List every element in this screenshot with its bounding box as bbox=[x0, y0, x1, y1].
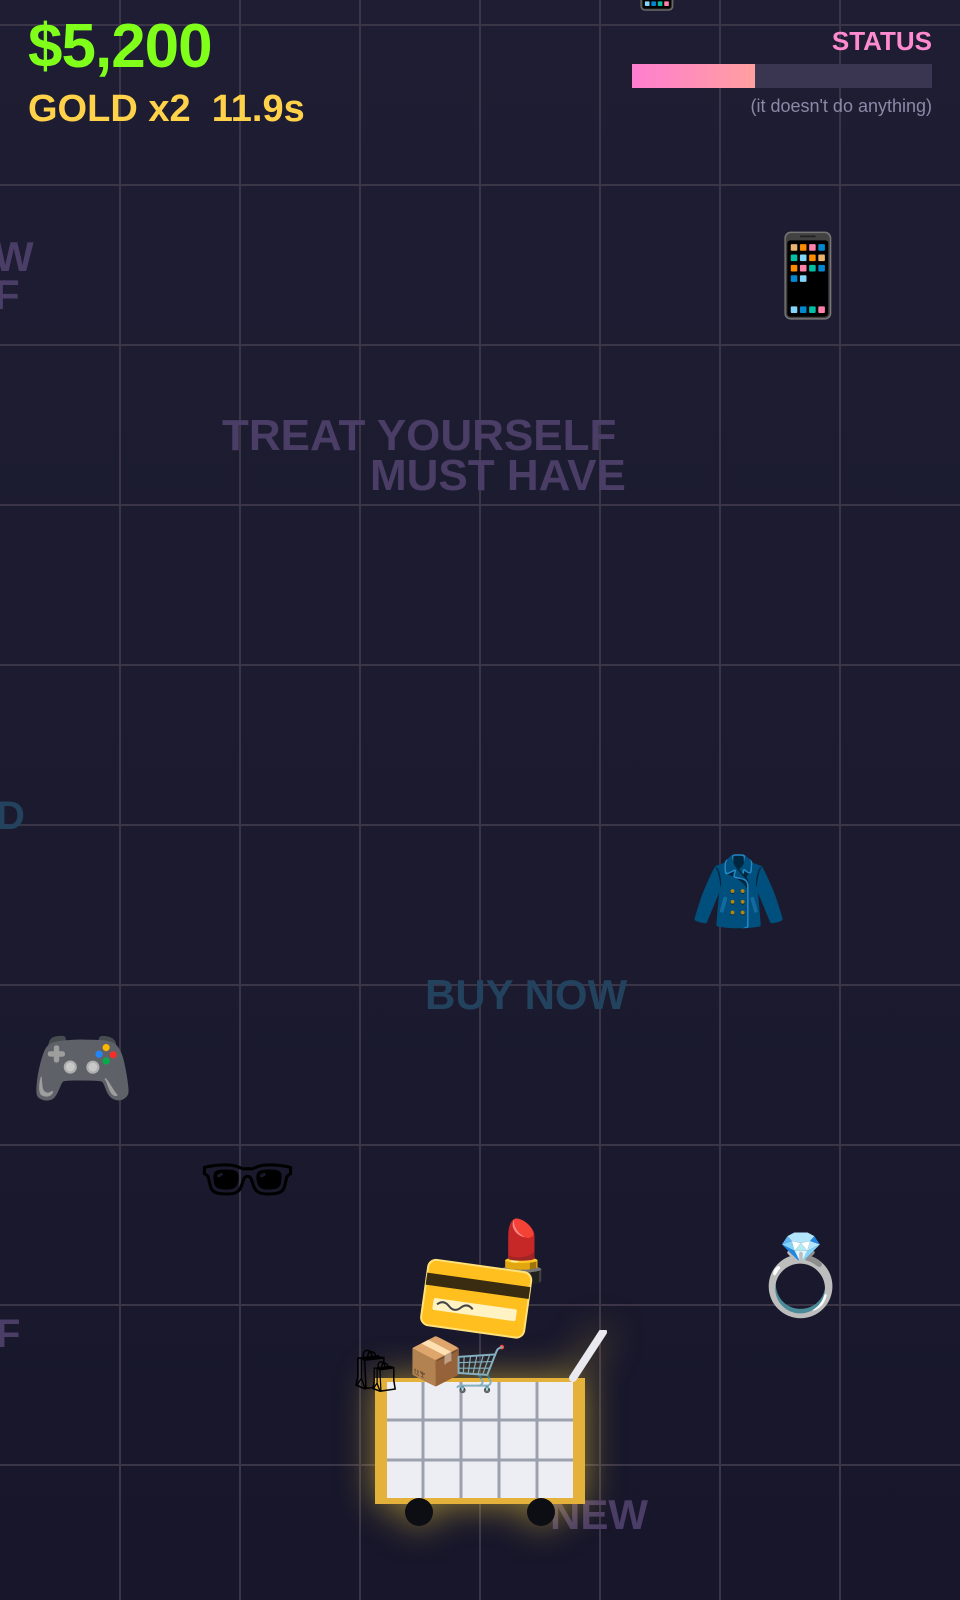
slogan-buy-now: BUY NOW bbox=[425, 971, 628, 1018]
money-counter: $5,200 bbox=[28, 12, 213, 81]
slogan-edge-f: F bbox=[0, 271, 20, 318]
sunglasses-icon: 🕶 bbox=[198, 1135, 298, 1223]
smartphone-icon: 📱 bbox=[622, 0, 692, 8]
status-label: STATUS bbox=[831, 26, 932, 56]
status-note: (it doesn't do anything) bbox=[750, 96, 932, 116]
ring-icon: 💍 bbox=[752, 1231, 850, 1319]
player-shopping-cart[interactable]: 🛍 📦 🛒 bbox=[349, 1330, 615, 1530]
status-bar bbox=[632, 64, 932, 88]
game-controller-icon: 🎮 bbox=[30, 1021, 135, 1115]
coat-icon: 🧥 bbox=[690, 847, 788, 935]
slogan-edge-d: D bbox=[0, 794, 25, 838]
slogan-edge-f2: F bbox=[0, 1312, 21, 1356]
slogan-must-have: MUST HAVE bbox=[370, 451, 626, 500]
status-bar-fill bbox=[632, 64, 755, 88]
shopping-bags-icon: 🛍 bbox=[349, 1347, 403, 1394]
mini-cart-icon: 🛒 bbox=[453, 1345, 508, 1394]
gold-multiplier-timer: GOLD x2 11.9s bbox=[28, 88, 305, 130]
smartphone-icon: 📱 bbox=[758, 231, 858, 320]
